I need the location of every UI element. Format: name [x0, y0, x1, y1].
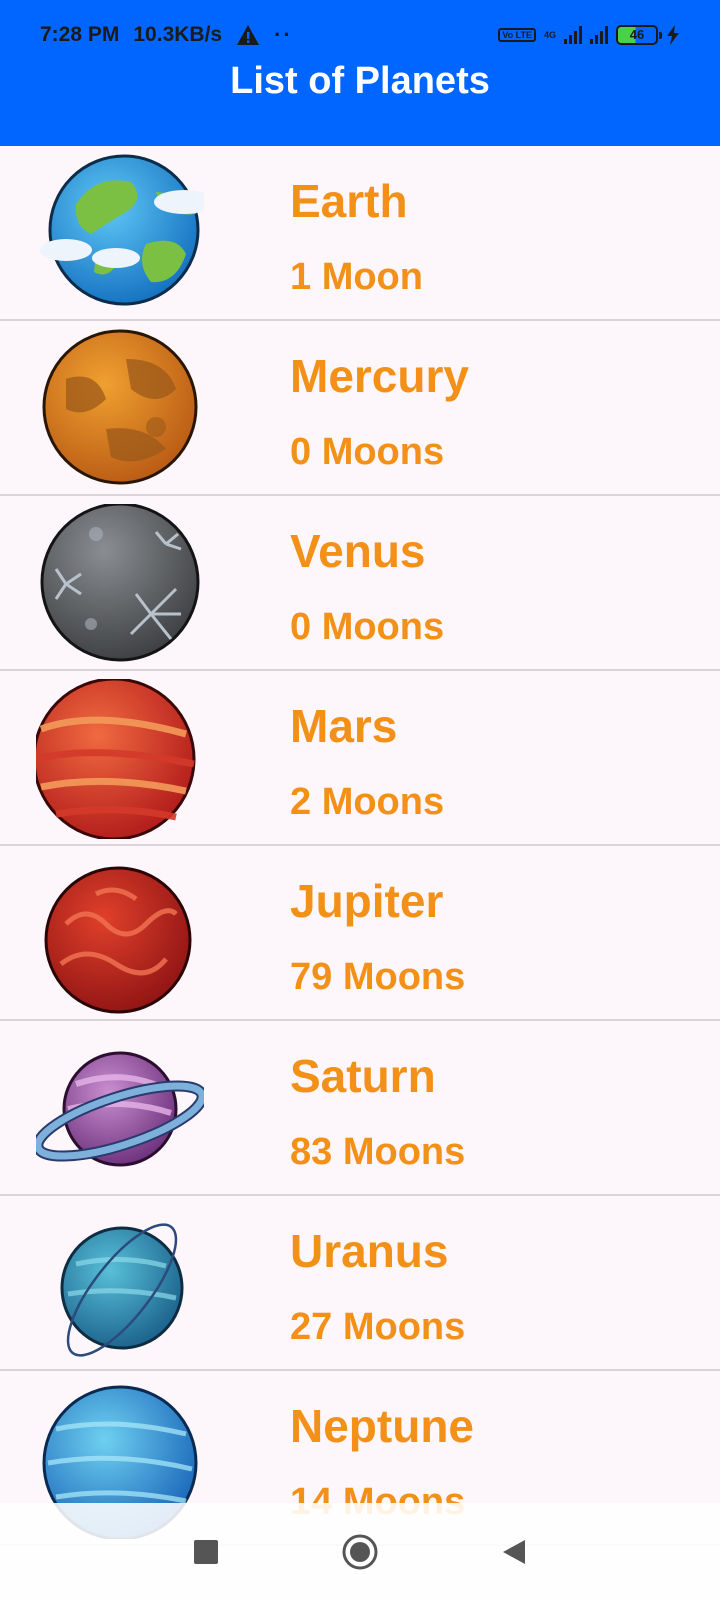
- uranus-icon: [60, 1223, 184, 1357]
- network-speed: 10.3KB/s: [133, 23, 223, 46]
- earth-icon: [40, 154, 204, 306]
- planet-name: Uranus: [290, 1225, 449, 1277]
- battery-level: 46: [629, 27, 645, 42]
- signal-icon: [564, 26, 582, 44]
- volte-icon: Vo LTE: [498, 28, 536, 42]
- venus-icon: [40, 504, 200, 662]
- planet-name: Saturn: [290, 1050, 436, 1102]
- recents-square-icon: [194, 1539, 218, 1564]
- planet-name: Neptune: [290, 1400, 474, 1452]
- home-circle-icon: [342, 1534, 378, 1569]
- list-item[interactable]: Jupiter 79 Moons: [0, 846, 720, 1021]
- planet-moons: 83 Moons: [290, 1131, 466, 1173]
- jupiter-icon: [44, 866, 192, 1014]
- planet-list: Earth 1 Moon Mercury 0 Moons Venus 0 Moo…: [0, 146, 720, 1546]
- planet-name: Jupiter: [290, 875, 444, 927]
- back-button[interactable]: [492, 1530, 536, 1574]
- list-item[interactable]: Saturn 83 Moons: [0, 1021, 720, 1196]
- planet-moons: 0 Moons: [290, 606, 445, 648]
- planet-name: Venus: [290, 525, 426, 577]
- planet-name: Earth: [290, 175, 408, 227]
- planet-name: Mercury: [290, 350, 469, 402]
- status-time: 7:28 PM: [40, 23, 120, 46]
- planet-moons: 2 Moons: [290, 781, 445, 823]
- list-item[interactable]: Earth 1 Moon: [0, 146, 720, 321]
- page-title: List of Planets: [230, 60, 490, 102]
- planet-moons: 27 Moons: [290, 1306, 466, 1348]
- signal-icon-2: [590, 26, 608, 44]
- battery-icon: 46: [616, 25, 662, 45]
- planet-name: Mars: [290, 700, 398, 752]
- mercury-icon: [42, 329, 198, 485]
- saturn-icon: [36, 1051, 204, 1167]
- app-header: 7:28 PM 10.3KB/s ·· Vo LTE 4G 46 List of…: [0, 0, 720, 146]
- list-item[interactable]: Mars 2 Moons: [0, 671, 720, 846]
- mars-icon: [36, 679, 196, 839]
- planet-moons: 79 Moons: [290, 956, 466, 998]
- list-item[interactable]: Uranus 27 Moons: [0, 1196, 720, 1371]
- notification-dots: ··: [274, 22, 293, 47]
- list-item[interactable]: Venus 0 Moons: [0, 496, 720, 671]
- recents-button[interactable]: [184, 1530, 228, 1574]
- back-triangle-icon: [503, 1539, 525, 1564]
- charging-icon: [667, 25, 679, 45]
- system-nav-bar: [0, 1503, 720, 1600]
- warning-icon: [237, 25, 260, 45]
- network-type: 4G: [543, 30, 556, 40]
- planet-moons: 0 Moons: [290, 431, 445, 473]
- planet-moons: 1 Moon: [290, 256, 423, 298]
- home-button[interactable]: [338, 1530, 382, 1574]
- list-item[interactable]: Mercury 0 Moons: [0, 321, 720, 496]
